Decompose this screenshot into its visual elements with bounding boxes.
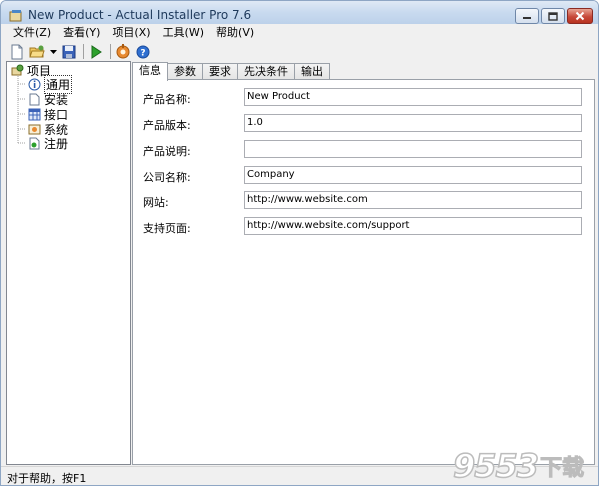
website-field[interactable]: http://www.website.com (244, 191, 582, 209)
app-window: New Product - Actual Installer Pro 7.6 文… (0, 0, 599, 486)
open-folder-icon (29, 45, 45, 57)
main-panel: 信息 参数 要求 先决条件 输出 产品名称: New Product 产品版本:… (132, 61, 595, 465)
minimize-icon (523, 17, 531, 19)
menu-help[interactable]: 帮助(V) (210, 24, 260, 42)
menu-view[interactable]: 查看(Y) (57, 24, 106, 42)
watermark-text: 下载 (540, 456, 585, 482)
minimize-button[interactable] (515, 8, 539, 24)
company-name-field[interactable]: Company (244, 166, 582, 184)
dropdown-arrow-icon (49, 49, 57, 54)
title-bar[interactable]: New Product - Actual Installer Pro 7.6 (1, 1, 598, 24)
app-icon (9, 10, 22, 22)
maximize-button[interactable] (541, 8, 565, 24)
tree-item-interface[interactable]: 接口 (28, 107, 68, 122)
info-icon (28, 78, 41, 91)
save-icon (62, 45, 76, 58)
run-icon (91, 44, 102, 59)
menu-file[interactable]: 文件(Z) (7, 24, 57, 42)
close-icon (575, 11, 585, 21)
tree-item-register[interactable]: 注册 (28, 136, 68, 151)
maximize-icon (548, 11, 558, 21)
build-button[interactable] (88, 44, 104, 60)
watermark-number: 9553 (452, 446, 540, 485)
tab-prerequisites[interactable]: 先决条件 (237, 63, 295, 80)
menu-bar: 文件(Z) 查看(Y) 项目(X) 工具(W) 帮助(V) (1, 24, 598, 42)
tab-content-info: 产品名称: New Product 产品版本: 1.0 产品说明: 公司名称: … (132, 79, 595, 465)
grid-icon (28, 108, 41, 121)
tab-requirements[interactable]: 要求 (202, 63, 238, 80)
website-label: 网站: (143, 196, 169, 209)
save-button[interactable] (61, 44, 77, 60)
menu-project[interactable]: 项目(X) (106, 24, 156, 42)
tab-output[interactable]: 输出 (294, 63, 330, 80)
project-icon (11, 64, 24, 76)
tree-item-label: 注册 (44, 137, 69, 151)
new-file-icon (11, 44, 23, 59)
product-version-field[interactable]: 1.0 (244, 114, 582, 132)
product-description-label: 产品说明: (143, 145, 191, 158)
project-tree[interactable]: 项目 通用 安装 接口 系统 注册 (6, 61, 131, 465)
site-watermark: 9553 下载 (452, 446, 585, 485)
open-button[interactable] (29, 44, 45, 60)
status-text: 对于帮助，按F1 (7, 472, 87, 485)
product-description-field[interactable] (244, 140, 582, 158)
open-dropdown-button[interactable] (49, 44, 57, 60)
tab-info[interactable]: 信息 (132, 62, 168, 81)
new-file-button[interactable] (9, 44, 25, 60)
settings-icon (116, 43, 130, 58)
tree-item-general[interactable]: 通用 (28, 75, 73, 94)
help-icon: ? (136, 45, 150, 58)
support-page-field[interactable]: http://www.website.com/support (244, 217, 582, 235)
product-version-label: 产品版本: (143, 119, 191, 132)
toolbar-separator (83, 44, 84, 59)
product-name-field[interactable]: New Product (244, 88, 582, 106)
close-button[interactable] (567, 8, 593, 24)
product-name-label: 产品名称: (143, 93, 191, 106)
system-icon (28, 124, 41, 135)
company-name-label: 公司名称: (143, 171, 191, 184)
support-page-label: 支持页面: (143, 222, 191, 235)
window-title: New Product - Actual Installer Pro 7.6 (28, 8, 252, 22)
svg-text:?: ? (140, 48, 145, 58)
register-icon (29, 137, 40, 150)
toolbar: ? (1, 42, 598, 61)
tab-strip: 信息 参数 要求 先决条件 输出 (132, 62, 330, 81)
menu-tools[interactable]: 工具(W) (157, 24, 210, 42)
settings-button[interactable] (115, 43, 131, 60)
toolbar-separator (110, 44, 111, 59)
help-button[interactable]: ? (135, 44, 151, 60)
page-icon (29, 93, 40, 106)
tab-parameters[interactable]: 参数 (167, 63, 203, 80)
tree-item-install[interactable]: 安装 (28, 92, 68, 107)
